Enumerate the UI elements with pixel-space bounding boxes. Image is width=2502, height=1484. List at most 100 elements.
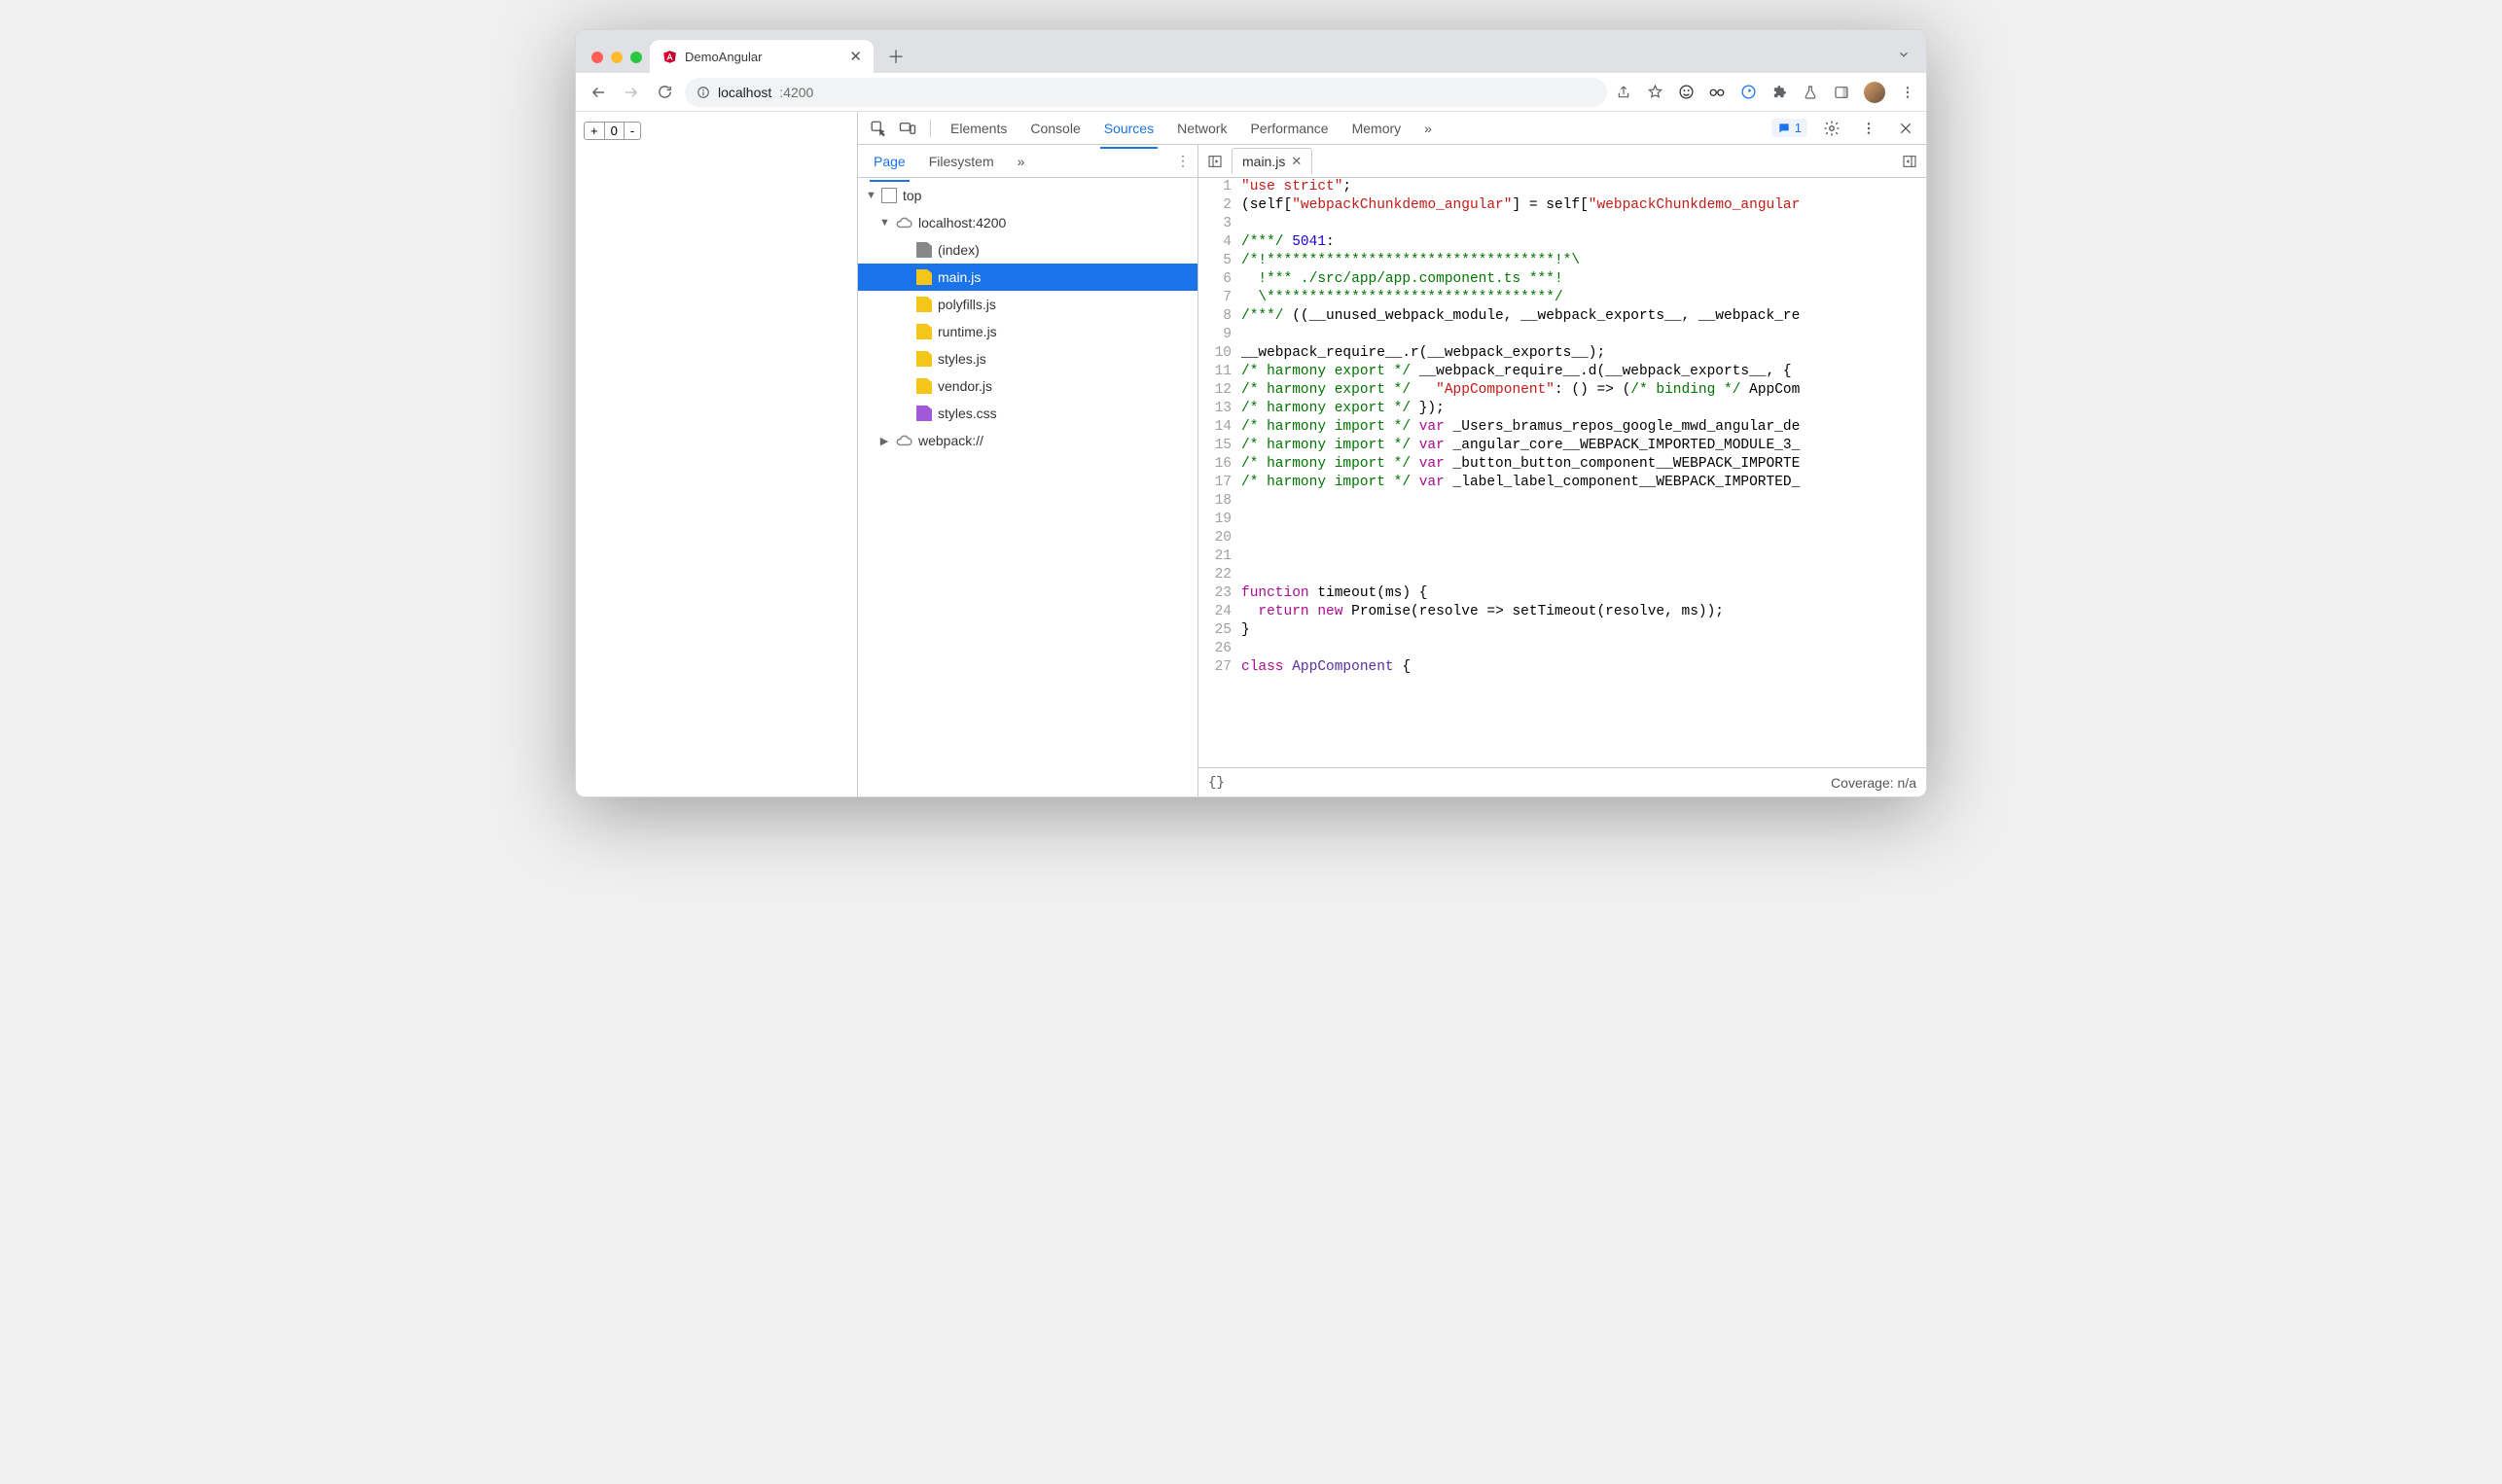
gutter-line-number[interactable]: 24 bbox=[1198, 603, 1241, 621]
gutter-line-number[interactable]: 7 bbox=[1198, 289, 1241, 307]
tree-file[interactable]: (index) bbox=[858, 236, 1197, 264]
code-line[interactable]: 15/* harmony import */ var _angular_core… bbox=[1198, 437, 1926, 455]
code-line[interactable]: 26 bbox=[1198, 640, 1926, 658]
issues-button[interactable]: 1 bbox=[1771, 119, 1807, 137]
gutter-line-number[interactable]: 16 bbox=[1198, 455, 1241, 474]
code-editor[interactable]: 1"use strict";2(self["webpackChunkdemo_a… bbox=[1198, 178, 1926, 796]
code-line[interactable]: 25} bbox=[1198, 621, 1926, 640]
extension-face-icon[interactable] bbox=[1677, 84, 1695, 101]
code-line[interactable]: 6 !*** ./src/app/app.component.ts ***! bbox=[1198, 270, 1926, 289]
devtools-settings-icon[interactable] bbox=[1819, 116, 1844, 141]
editor-tab-mainjs[interactable]: main.js ✕ bbox=[1232, 148, 1312, 174]
gutter-line-number[interactable]: 13 bbox=[1198, 400, 1241, 418]
code-line[interactable]: 7 \**********************************/ bbox=[1198, 289, 1926, 307]
back-button[interactable] bbox=[586, 80, 611, 105]
code-line[interactable]: 10__webpack_require__.r(__webpack_export… bbox=[1198, 344, 1926, 363]
gutter-line-number[interactable]: 23 bbox=[1198, 584, 1241, 603]
code-line[interactable]: 13/* harmony export */ }); bbox=[1198, 400, 1926, 418]
gutter-line-number[interactable]: 12 bbox=[1198, 381, 1241, 400]
gutter-line-number[interactable]: 3 bbox=[1198, 215, 1241, 233]
extensions-puzzle-icon[interactable] bbox=[1770, 84, 1788, 101]
omnibox[interactable]: localhost:4200 bbox=[685, 78, 1607, 107]
gutter-line-number[interactable]: 10 bbox=[1198, 344, 1241, 363]
tree-file[interactable]: styles.js bbox=[858, 345, 1197, 372]
gutter-line-number[interactable]: 5 bbox=[1198, 252, 1241, 270]
reload-button[interactable] bbox=[652, 80, 677, 105]
gutter-line-number[interactable]: 17 bbox=[1198, 474, 1241, 492]
code-line[interactable]: 2(self["webpackChunkdemo_angular"] = sel… bbox=[1198, 196, 1926, 215]
code-scroll[interactable]: 1"use strict";2(self["webpackChunkdemo_a… bbox=[1198, 178, 1926, 767]
code-line[interactable]: 14/* harmony import */ var _Users_bramus… bbox=[1198, 418, 1926, 437]
device-toolbar-icon[interactable] bbox=[895, 116, 920, 141]
code-line[interactable]: 27class AppComponent { bbox=[1198, 658, 1926, 677]
code-line[interactable]: 8/***/ ((__unused_webpack_module, __webp… bbox=[1198, 307, 1926, 326]
gutter-line-number[interactable]: 15 bbox=[1198, 437, 1241, 455]
devtools-tab-network[interactable]: Network bbox=[1167, 115, 1236, 142]
code-line[interactable]: 22 bbox=[1198, 566, 1926, 584]
gutter-line-number[interactable]: 1 bbox=[1198, 178, 1241, 196]
code-line[interactable]: 12/* harmony export */ "AppComponent": (… bbox=[1198, 381, 1926, 400]
navigator-tab-filesystem[interactable]: Filesystem bbox=[921, 149, 1002, 174]
gutter-line-number[interactable]: 6 bbox=[1198, 270, 1241, 289]
pretty-print-button[interactable]: {} bbox=[1208, 775, 1225, 791]
gutter-line-number[interactable]: 22 bbox=[1198, 566, 1241, 584]
code-line[interactable]: 4/***/ 5041: bbox=[1198, 233, 1926, 252]
devtools-tabs-more[interactable]: » bbox=[1414, 115, 1442, 142]
code-line[interactable]: 23function timeout(ms) { bbox=[1198, 584, 1926, 603]
tree-webpack[interactable]: ▶ webpack:// bbox=[858, 427, 1197, 454]
browser-menu-icon[interactable] bbox=[1899, 84, 1916, 101]
code-line[interactable]: 1"use strict"; bbox=[1198, 178, 1926, 196]
navigator-menu-icon[interactable]: ⋮ bbox=[1176, 153, 1190, 169]
code-line[interactable]: 5/*!**********************************!*… bbox=[1198, 252, 1926, 270]
gutter-line-number[interactable]: 14 bbox=[1198, 418, 1241, 437]
devtools-tab-memory[interactable]: Memory bbox=[1342, 115, 1412, 142]
devtools-tab-console[interactable]: Console bbox=[1020, 115, 1090, 142]
tree-file[interactable]: main.js bbox=[858, 264, 1197, 291]
window-minimize-button[interactable] bbox=[611, 52, 623, 63]
code-line[interactable]: 9 bbox=[1198, 326, 1926, 344]
code-line[interactable]: 21 bbox=[1198, 548, 1926, 566]
gutter-line-number[interactable]: 27 bbox=[1198, 658, 1241, 677]
toggle-debugger-icon[interactable] bbox=[1899, 151, 1920, 172]
gutter-line-number[interactable]: 4 bbox=[1198, 233, 1241, 252]
new-tab-button[interactable]: ＋ bbox=[881, 42, 911, 71]
code-line[interactable]: 3 bbox=[1198, 215, 1926, 233]
devtools-close-icon[interactable] bbox=[1893, 116, 1918, 141]
gutter-line-number[interactable]: 20 bbox=[1198, 529, 1241, 548]
toggle-navigator-icon[interactable] bbox=[1204, 151, 1226, 172]
window-close-button[interactable] bbox=[591, 52, 603, 63]
decrement-button[interactable]: - bbox=[624, 123, 640, 139]
code-line[interactable]: 24 return new Promise(resolve => setTime… bbox=[1198, 603, 1926, 621]
code-line[interactable]: 11/* harmony export */ __webpack_require… bbox=[1198, 363, 1926, 381]
devtools-tab-elements[interactable]: Elements bbox=[941, 115, 1017, 142]
forward-button[interactable] bbox=[619, 80, 644, 105]
tree-file[interactable]: styles.css bbox=[858, 400, 1197, 427]
devtools-tab-performance[interactable]: Performance bbox=[1240, 115, 1338, 142]
code-line[interactable]: 18 bbox=[1198, 492, 1926, 511]
gutter-line-number[interactable]: 21 bbox=[1198, 548, 1241, 566]
tree-file[interactable]: vendor.js bbox=[858, 372, 1197, 400]
code-line[interactable]: 19 bbox=[1198, 511, 1926, 529]
site-info-icon[interactable] bbox=[697, 86, 710, 99]
tab-close-icon[interactable]: ✕ bbox=[849, 48, 862, 65]
gutter-line-number[interactable]: 19 bbox=[1198, 511, 1241, 529]
gutter-line-number[interactable]: 9 bbox=[1198, 326, 1241, 344]
navigator-tabs-more[interactable]: » bbox=[1010, 149, 1033, 174]
browser-tab[interactable]: DemoAngular ✕ bbox=[650, 40, 874, 73]
extension-cast-icon[interactable] bbox=[1739, 84, 1757, 101]
labs-flask-icon[interactable] bbox=[1802, 84, 1819, 101]
tree-file[interactable]: runtime.js bbox=[858, 318, 1197, 345]
code-line[interactable]: 16/* harmony import */ var _button_butto… bbox=[1198, 455, 1926, 474]
file-navigator[interactable]: ▼ top ▼ localhost:4200 (index)main.jspol… bbox=[858, 178, 1198, 796]
side-panel-icon[interactable] bbox=[1833, 84, 1850, 101]
profile-avatar[interactable] bbox=[1864, 82, 1885, 103]
gutter-line-number[interactable]: 11 bbox=[1198, 363, 1241, 381]
gutter-line-number[interactable]: 2 bbox=[1198, 196, 1241, 215]
tree-top[interactable]: ▼ top bbox=[858, 182, 1197, 209]
extension-glasses-icon[interactable] bbox=[1708, 84, 1726, 101]
share-icon[interactable] bbox=[1615, 84, 1632, 101]
tree-file[interactable]: polyfills.js bbox=[858, 291, 1197, 318]
editor-tab-close-icon[interactable]: ✕ bbox=[1291, 154, 1302, 169]
window-zoom-button[interactable] bbox=[630, 52, 642, 63]
gutter-line-number[interactable]: 25 bbox=[1198, 621, 1241, 640]
